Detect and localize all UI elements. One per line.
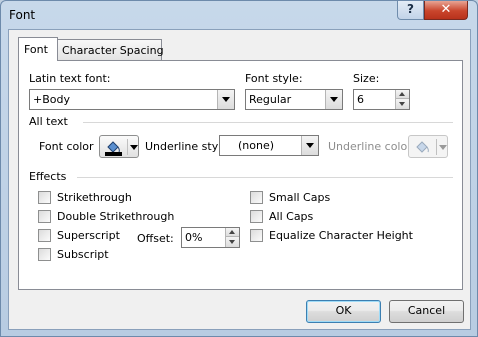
ok-button[interactable]: OK (306, 300, 381, 323)
latin-font-dropdown-button[interactable] (217, 90, 234, 109)
font-color-label: Font color (39, 140, 94, 153)
close-button[interactable]: ✕ (424, 1, 468, 20)
offset-value: 0% (185, 231, 203, 244)
chevron-down-icon (306, 143, 314, 148)
font-style-label: Font style: (245, 72, 303, 85)
underline-style-combo[interactable]: (none) (219, 135, 319, 156)
underline-style-value: (none) (238, 139, 275, 152)
all-text-divider (83, 122, 453, 123)
offset-decrement-button[interactable] (225, 237, 239, 247)
size-spinner[interactable]: 6 (353, 89, 410, 110)
font-style-dropdown-button[interactable] (325, 90, 342, 109)
subscript-label[interactable]: Subscript (57, 248, 109, 261)
latin-font-combo[interactable]: +Body (29, 89, 235, 110)
chevron-down-icon (222, 97, 230, 102)
size-label: Size: (353, 72, 380, 85)
title-bar[interactable]: Font ? ✕ (1, 1, 477, 29)
effects-heading: Effects (29, 170, 67, 183)
cancel-button[interactable]: Cancel (389, 300, 464, 323)
equalize-height-label[interactable]: Equalize Character Height (269, 229, 413, 242)
double-strikethrough-label[interactable]: Double Strikethrough (57, 210, 174, 223)
tab-character-spacing[interactable]: Character Spacing (57, 39, 164, 60)
font-style-value: Regular (249, 93, 292, 106)
strikethrough-label[interactable]: Strikethrough (57, 191, 132, 204)
small-caps-checkbox[interactable] (250, 191, 263, 204)
font-tab-panel: Latin text font: +Body Font style: Regul… (18, 60, 463, 290)
underline-style-label: Underline style (145, 140, 229, 153)
size-decrement-button[interactable] (395, 99, 409, 109)
double-strikethrough-checkbox[interactable] (38, 210, 51, 223)
latin-font-value: +Body (33, 93, 70, 106)
offset-spinner[interactable]: 0% (181, 227, 240, 248)
arrow-down-icon (399, 102, 405, 106)
font-style-combo[interactable]: Regular (245, 89, 343, 110)
button-separator (436, 139, 437, 155)
font-color-button[interactable] (99, 135, 139, 158)
small-caps-label[interactable]: Small Caps (269, 191, 330, 204)
chevron-down-icon (130, 145, 138, 150)
strikethrough-checkbox[interactable] (38, 191, 51, 204)
help-button[interactable]: ? (397, 1, 424, 20)
offset-increment-button[interactable] (225, 228, 239, 237)
arrow-up-icon (399, 92, 405, 96)
all-caps-label[interactable]: All Caps (269, 210, 313, 223)
dialog-title: Font (9, 8, 36, 22)
paint-bucket-icon (416, 141, 429, 153)
underline-style-dropdown-button[interactable] (301, 136, 318, 155)
latin-font-label: Latin text font: (29, 72, 111, 85)
all-text-heading: All text (29, 115, 68, 128)
arrow-down-icon (229, 240, 235, 244)
underline-color-button[interactable] (408, 135, 448, 158)
size-increment-button[interactable] (395, 90, 409, 99)
chevron-down-icon (330, 97, 338, 102)
superscript-label[interactable]: Superscript (57, 229, 120, 242)
offset-label: Offset: (137, 232, 174, 245)
underline-color-label: Underline color (328, 140, 412, 153)
button-separator (127, 139, 128, 155)
size-value: 6 (357, 93, 364, 106)
effects-divider (77, 177, 453, 178)
font-color-swatch (105, 152, 122, 156)
subscript-checkbox[interactable] (38, 248, 51, 261)
superscript-checkbox[interactable] (38, 229, 51, 242)
tab-font[interactable]: Font (18, 37, 58, 61)
all-caps-checkbox[interactable] (250, 210, 263, 223)
dialog-window: Font ? ✕ Character Spacing Font Latin te… (0, 0, 478, 337)
arrow-up-icon (229, 230, 235, 234)
chevron-down-icon (439, 145, 447, 150)
equalize-height-checkbox[interactable] (250, 229, 263, 242)
dialog-client: Character Spacing Font Latin text font: … (8, 29, 471, 330)
